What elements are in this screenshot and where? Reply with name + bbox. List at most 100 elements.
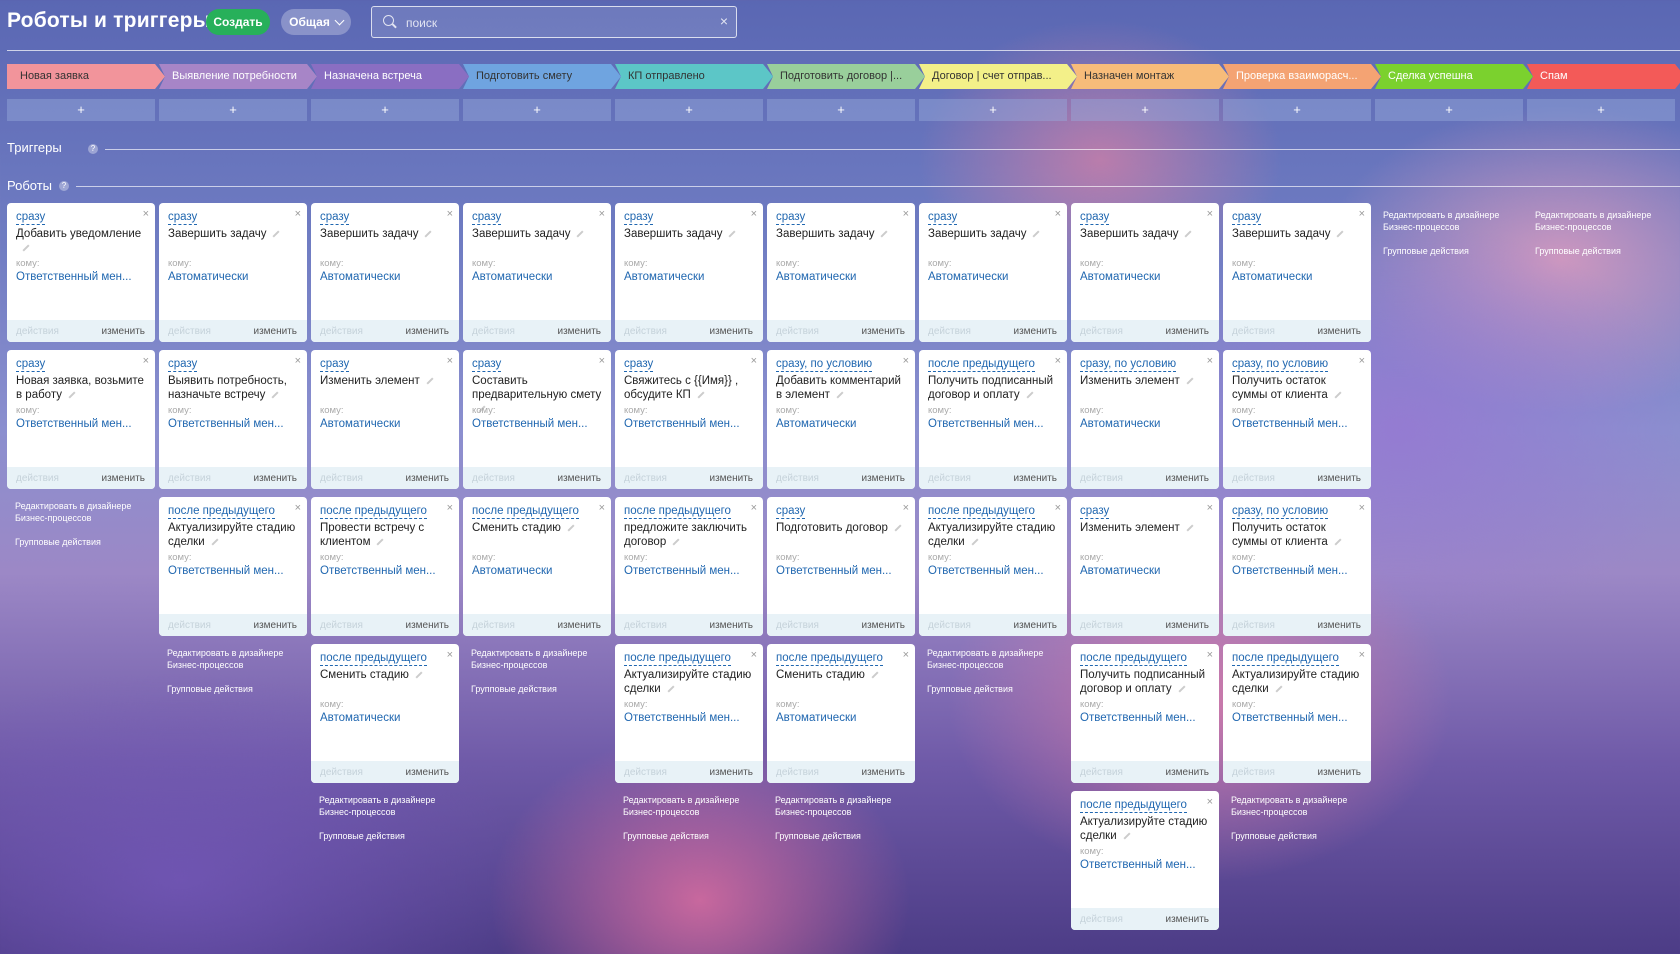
close-icon[interactable]: × <box>1055 355 1061 367</box>
edit-robot-link[interactable]: изменить <box>1165 326 1209 337</box>
edit-robot-link[interactable]: изменить <box>1317 326 1361 337</box>
robot-responsible[interactable]: Автоматически <box>1080 565 1210 577</box>
edit-robot-link[interactable]: изменить <box>709 620 753 631</box>
robot-condition-link[interactable]: сразу <box>472 211 502 225</box>
close-icon[interactable]: × <box>1207 502 1213 514</box>
robot-responsible[interactable]: Ответственный мен... <box>776 565 906 577</box>
edit-robot-link[interactable]: изменить <box>1013 473 1057 484</box>
group-actions-link[interactable]: Групповые действия <box>319 830 467 842</box>
close-icon[interactable]: × <box>295 208 301 220</box>
pencil-icon[interactable] <box>567 524 575 532</box>
robot-card[interactable]: сразу, по условию × Изменить элемент кому: А… <box>1071 350 1219 489</box>
robot-card[interactable]: после предыдущего × Актуализируйте стадию … <box>919 497 1067 636</box>
robot-responsible[interactable]: Ответственный мен... <box>168 565 298 577</box>
create-button[interactable]: Создать <box>206 9 270 35</box>
close-icon[interactable]: × <box>903 208 909 220</box>
edit-robot-link[interactable]: изменить <box>405 326 449 337</box>
robot-condition-link[interactable]: сразу <box>320 358 350 372</box>
robot-card[interactable]: сразу, по условию × Получить остаток суммы… <box>1223 497 1371 636</box>
group-actions-link[interactable]: Групповые действия <box>1231 830 1379 842</box>
pencil-icon[interactable] <box>211 538 219 546</box>
designer-link[interactable]: Редактировать в дизайнере Бизнес-процесс… <box>623 794 771 818</box>
close-icon[interactable]: × <box>447 355 453 367</box>
edit-robot-link[interactable]: изменить <box>709 767 753 778</box>
robot-condition-link[interactable]: после предыдущего <box>1080 652 1187 666</box>
robot-condition-link[interactable]: сразу, по условию <box>1080 358 1177 372</box>
robot-condition-link[interactable]: сразу <box>472 358 502 372</box>
robot-card[interactable]: после предыдущего × Получить подписанный д… <box>1071 644 1219 783</box>
close-icon[interactable]: × <box>599 502 605 514</box>
robot-responsible[interactable]: Ответственный мен... <box>1080 859 1210 871</box>
designer-link[interactable]: Редактировать в дизайнере Бизнес-процесс… <box>471 647 619 671</box>
robot-responsible[interactable]: Автоматически <box>1232 271 1362 283</box>
robot-condition-link[interactable]: сразу, по условию <box>776 358 873 372</box>
robot-card[interactable]: сразу × Завершить задачу кому: Автоматически… <box>463 203 611 342</box>
designer-link[interactable]: Редактировать в дизайнере Бизнес-процесс… <box>775 794 923 818</box>
robot-card[interactable]: после предыдущего × Сменить стадию кому: Авт… <box>767 644 915 783</box>
pencil-icon[interactable] <box>415 671 423 679</box>
edit-robot-link[interactable]: изменить <box>405 473 449 484</box>
group-actions-link[interactable]: Групповые действия <box>1535 245 1680 257</box>
designer-link[interactable]: Редактировать в дизайнере Бизнес-процесс… <box>167 647 315 671</box>
robot-responsible[interactable]: Автоматически <box>928 271 1058 283</box>
robot-condition-link[interactable]: после предыдущего <box>928 505 1035 519</box>
pencil-icon[interactable] <box>376 538 385 546</box>
group-actions-link[interactable]: Групповые действия <box>167 683 315 695</box>
robot-responsible[interactable]: Автоматически <box>168 271 298 283</box>
close-icon[interactable]: × <box>1359 649 1365 661</box>
robot-card[interactable]: сразу × Свяжитесь с {{Имя}} , обсудите КП к… <box>615 350 763 489</box>
robot-condition-link[interactable]: сразу <box>168 358 198 372</box>
edit-robot-link[interactable]: изменить <box>861 767 905 778</box>
robot-condition-link[interactable]: после предыдущего <box>928 358 1035 372</box>
stage-tab[interactable]: Договор | счет отправ... <box>919 64 1077 89</box>
designer-link[interactable]: Редактировать в дизайнере Бизнес-процесс… <box>1231 794 1379 818</box>
robot-card[interactable]: сразу × Завершить задачу кому: Автоматически… <box>615 203 763 342</box>
close-icon[interactable]: × <box>295 502 301 514</box>
edit-robot-link[interactable]: изменить <box>557 473 601 484</box>
pencil-icon[interactable] <box>424 230 433 238</box>
robot-card[interactable]: сразу × Изменить элемент кому: Автоматически… <box>1071 497 1219 636</box>
clear-icon[interactable]: × <box>720 13 728 29</box>
robot-condition-link[interactable]: после предыдущего <box>1080 799 1187 813</box>
edit-robot-link[interactable]: изменить <box>1165 620 1209 631</box>
stage-tab[interactable]: Выявление потребности <box>159 64 317 89</box>
close-icon[interactable]: × <box>1207 355 1213 367</box>
close-icon[interactable]: × <box>903 355 909 367</box>
pencil-icon[interactable] <box>576 230 585 238</box>
robot-card[interactable]: после предыдущего × Актуализируйте стадию … <box>1223 644 1371 783</box>
close-icon[interactable]: × <box>447 502 453 514</box>
pencil-icon[interactable] <box>272 230 281 238</box>
pencil-icon[interactable] <box>1032 230 1041 238</box>
add-trigger-button[interactable]: + <box>311 99 459 121</box>
robot-responsible[interactable]: Автоматически <box>776 418 906 430</box>
edit-robot-link[interactable]: изменить <box>557 620 601 631</box>
robot-responsible[interactable]: Ответственный мен... <box>16 418 146 430</box>
robot-responsible[interactable]: Автоматически <box>320 271 450 283</box>
robot-responsible[interactable]: Ответственный мен... <box>472 418 602 430</box>
close-icon[interactable]: × <box>751 502 757 514</box>
edit-robot-link[interactable]: изменить <box>405 620 449 631</box>
group-actions-link[interactable]: Групповые действия <box>927 683 1075 695</box>
robot-responsible[interactable]: Автоматически <box>472 565 602 577</box>
pencil-icon[interactable] <box>22 244 30 252</box>
robot-responsible[interactable]: Ответственный мен... <box>624 418 754 430</box>
pencil-icon[interactable] <box>1186 524 1194 532</box>
pencil-icon[interactable] <box>667 685 675 693</box>
pencil-icon[interactable] <box>728 230 737 238</box>
edit-robot-link[interactable]: изменить <box>1165 767 1209 778</box>
robot-condition-link[interactable]: сразу <box>16 211 46 225</box>
edit-robot-link[interactable]: изменить <box>861 620 905 631</box>
robot-card[interactable]: сразу × Завершить задачу кому: Автоматически… <box>767 203 915 342</box>
designer-link[interactable]: Редактировать в дизайнере Бизнес-процесс… <box>927 647 1075 671</box>
robot-card[interactable]: после предыдущего × Актуализируйте стадию … <box>615 644 763 783</box>
add-trigger-button[interactable]: + <box>767 99 915 121</box>
close-icon[interactable]: × <box>1055 208 1061 220</box>
robot-responsible[interactable]: Ответственный мен... <box>624 712 754 724</box>
robot-condition-link[interactable]: сразу <box>624 211 654 225</box>
robot-responsible[interactable]: Автоматически <box>776 712 906 724</box>
edit-robot-link[interactable]: изменить <box>1317 767 1361 778</box>
robot-condition-link[interactable]: сразу <box>1080 211 1110 225</box>
close-icon[interactable]: × <box>1359 502 1365 514</box>
close-icon[interactable]: × <box>447 208 453 220</box>
robot-card[interactable]: сразу × Завершить задачу кому: Автоматически… <box>919 203 1067 342</box>
